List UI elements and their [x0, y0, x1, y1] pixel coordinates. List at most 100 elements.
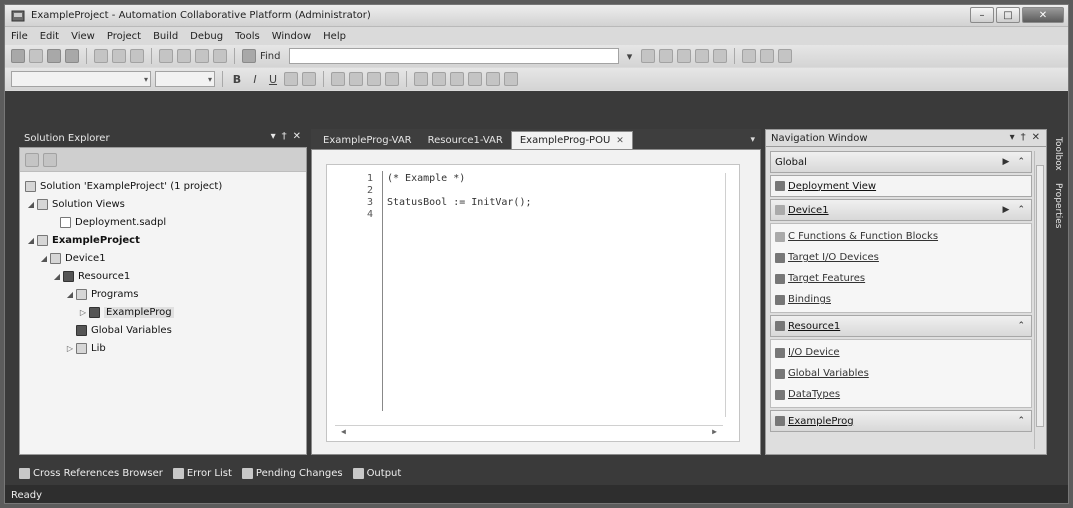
layout-icon-3[interactable] [777, 49, 792, 63]
menu-tools[interactable]: Tools [235, 31, 260, 42]
close-button[interactable]: ✕ [1022, 7, 1064, 23]
object-browser-icon[interactable] [676, 49, 691, 63]
tab-output[interactable]: Output [352, 467, 401, 479]
expand-arrow-icon[interactable]: ◢ [51, 272, 63, 281]
section-label[interactable]: Resource1 [788, 321, 840, 332]
layout-icon-2[interactable] [759, 49, 774, 63]
collapse-section-icon[interactable]: ⌃ [1017, 416, 1025, 426]
nav-section-resource[interactable]: Resource1 ⌃ [770, 315, 1032, 337]
tab-close-icon[interactable]: ✕ [616, 136, 624, 146]
solution-explorer-icon[interactable] [640, 49, 655, 63]
scroll-left-icon[interactable]: ◀ [341, 427, 346, 436]
section-label[interactable]: Device1 [788, 205, 829, 216]
menu-debug[interactable]: Debug [190, 31, 223, 42]
link-c-functions[interactable]: C Functions & Function Blocks [771, 226, 1031, 247]
collapse-section-icon[interactable]: ⌃ [1017, 157, 1025, 167]
indent-icon[interactable] [450, 72, 464, 86]
font-color-icon[interactable] [302, 72, 316, 86]
font-name-combo[interactable]: ▾ [11, 71, 151, 87]
navigation-scrollbar[interactable] [1034, 151, 1045, 449]
toolbox-side-tab[interactable]: Toolbox [1053, 137, 1063, 171]
align-right-icon[interactable] [367, 72, 381, 86]
save-all-icon[interactable] [65, 49, 79, 63]
align-left-icon[interactable] [331, 72, 345, 86]
vertical-scrollbar[interactable] [725, 173, 737, 417]
save-icon[interactable] [47, 49, 61, 63]
tree-item-solution-views[interactable]: ◢ Solution Views [20, 195, 306, 213]
find-input[interactable] [288, 48, 619, 64]
tree-item-global-variables[interactable]: Global Variables [20, 321, 306, 339]
find-icon[interactable] [242, 49, 256, 63]
undo-icon[interactable] [159, 49, 173, 63]
link-global-variables[interactable]: Global Variables [771, 363, 1031, 384]
pin-icon[interactable]: † [282, 131, 287, 142]
toolbox-icon[interactable] [694, 49, 709, 63]
panel-menu-icon[interactable]: ▾ [1010, 132, 1015, 143]
tree-item-programs[interactable]: ◢ Programs [20, 285, 306, 303]
link-target-features[interactable]: Target Features [771, 268, 1031, 289]
solution-explorer-header[interactable]: Solution Explorer ▾ † ✕ [19, 129, 307, 147]
expand-arrow-icon[interactable]: ◢ [25, 200, 37, 209]
tab-error-list[interactable]: Error List [172, 467, 232, 479]
menu-file[interactable]: File [11, 31, 28, 42]
navigation-window-header[interactable]: Navigation Window ▾ † ✕ [765, 129, 1047, 147]
outdent-icon[interactable] [468, 72, 482, 86]
bookmark-icon[interactable] [486, 72, 500, 86]
collapse-section-icon[interactable]: ⌃ [1017, 321, 1025, 331]
menu-edit[interactable]: Edit [40, 31, 59, 42]
font-size-combo[interactable]: ▾ [155, 71, 215, 87]
tree-item-device[interactable]: ◢ Device1 [20, 249, 306, 267]
navigate-forward-icon[interactable] [213, 49, 227, 63]
next-bookmark-icon[interactable] [504, 72, 518, 86]
menu-window[interactable]: Window [272, 31, 311, 42]
minimize-button[interactable]: – [970, 7, 994, 23]
scroll-right-icon[interactable]: ▶ [712, 427, 717, 436]
cut-icon[interactable] [94, 49, 108, 63]
find-dropdown-icon[interactable]: ▾ [623, 50, 637, 63]
link-target-io-devices[interactable]: Target I/O Devices [771, 247, 1031, 268]
tab-cross-references[interactable]: Cross References Browser [19, 467, 163, 479]
expand-arrow-icon[interactable]: ◢ [25, 236, 37, 245]
new-project-icon[interactable] [11, 49, 25, 63]
play-icon[interactable]: ▶ [1003, 157, 1010, 167]
tab-example-prog-pou[interactable]: ExampleProg-POU ✕ [510, 131, 633, 149]
maximize-button[interactable]: □ [996, 7, 1020, 23]
properties-window-icon[interactable] [658, 49, 673, 63]
navigate-back-icon[interactable] [195, 49, 209, 63]
properties-icon[interactable] [43, 152, 57, 167]
tree-item-project[interactable]: ◢ ExampleProject [20, 231, 306, 249]
paste-icon[interactable] [130, 49, 144, 63]
collapsed-arrow-icon[interactable]: ▷ [64, 344, 76, 353]
collapse-section-icon[interactable]: ⌃ [1017, 205, 1025, 215]
nav-section-device[interactable]: Device1 ▶ ⌃ [770, 199, 1032, 221]
tree-item-lib[interactable]: ▷ Lib [20, 339, 306, 357]
menu-build[interactable]: Build [153, 31, 178, 42]
tab-resource1-var[interactable]: Resource1-VAR [420, 131, 511, 149]
uncomment-icon[interactable] [432, 72, 446, 86]
collapsed-arrow-icon[interactable]: ▷ [77, 308, 89, 317]
copy-icon[interactable] [112, 49, 126, 63]
tab-pending-changes[interactable]: Pending Changes [241, 467, 343, 479]
code-editor[interactable]: 1 (* Example *) 2 3 StatusBool := InitVa… [326, 164, 740, 442]
italic-button[interactable]: I [248, 73, 262, 86]
collapse-all-icon[interactable] [25, 152, 39, 167]
section-label[interactable]: Deployment View [788, 181, 876, 192]
tree-item-resource[interactable]: ◢ Resource1 [20, 267, 306, 285]
nav-section-global[interactable]: Global ▶ ⌃ [770, 151, 1032, 173]
expand-arrow-icon[interactable]: ◢ [64, 290, 76, 299]
align-center-icon[interactable] [349, 72, 363, 86]
start-page-icon[interactable] [712, 49, 727, 63]
tab-example-prog-var[interactable]: ExampleProg-VAR [315, 131, 420, 149]
tree-item-example-prog[interactable]: ▷ ExampleProg [20, 303, 306, 321]
nav-section-deployment-view[interactable]: Deployment View [770, 175, 1032, 197]
comment-icon[interactable] [414, 72, 428, 86]
section-label[interactable]: ExampleProg [788, 416, 854, 427]
bold-button[interactable]: B [230, 73, 244, 86]
horizontal-scrollbar[interactable]: ◀ ▶ [335, 425, 723, 437]
tab-list-dropdown-icon[interactable]: ▾ [750, 135, 755, 145]
panel-close-icon[interactable]: ✕ [293, 131, 301, 142]
add-item-icon[interactable] [29, 49, 43, 63]
tree-item-solution[interactable]: Solution 'ExampleProject' (1 project) [20, 177, 306, 195]
panel-close-icon[interactable]: ✕ [1032, 132, 1040, 143]
properties-side-tab[interactable]: Properties [1053, 183, 1063, 228]
